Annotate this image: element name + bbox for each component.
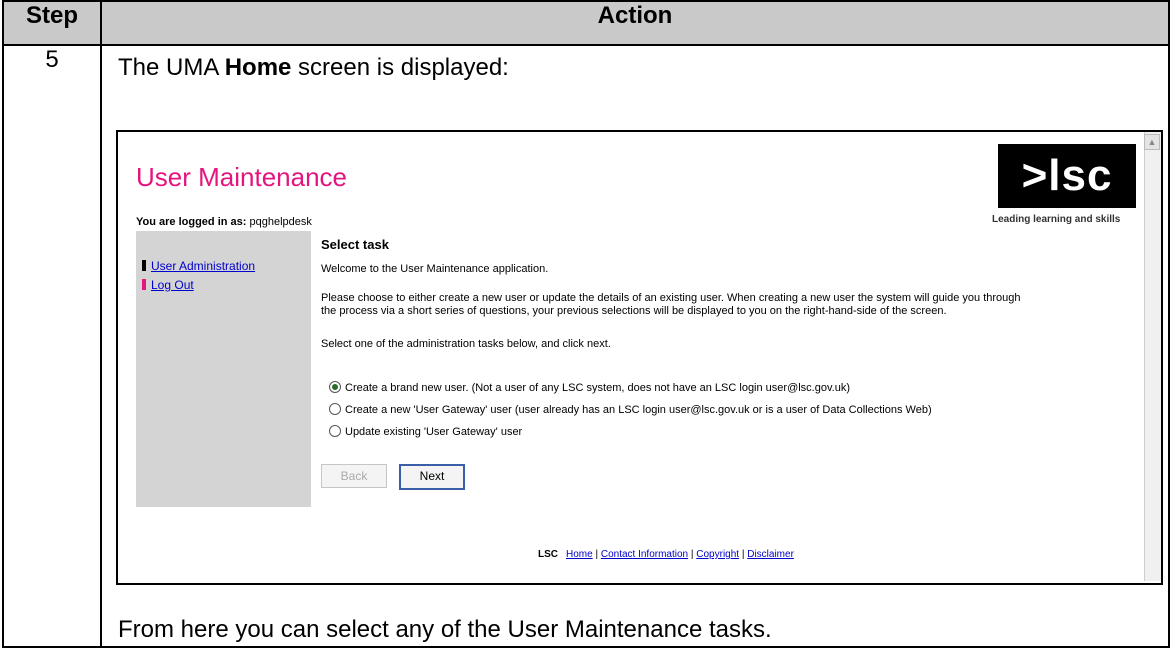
vertical-scrollbar[interactable]: ▲ <box>1144 132 1161 581</box>
intro-text: The UMA Home screen is displayed: <box>118 54 509 82</box>
radio-button[interactable] <box>329 403 341 415</box>
welcome-text: Welcome to the User Maintenance applicat… <box>321 263 549 275</box>
sidebar-link-user-administration[interactable]: User Administration <box>151 259 255 273</box>
lsc-logo: >lsc <box>998 144 1136 208</box>
step-number: 5 <box>2 44 102 648</box>
description-line-2: the process via a short series of questi… <box>321 305 947 317</box>
option-label: Create a brand new user. (Not a user of … <box>345 382 850 394</box>
footer-separator: | <box>739 549 748 560</box>
option-label: Update existing 'User Gateway' user <box>345 426 523 438</box>
page-footer: LSC Home | Contact Information | Copyrigh… <box>538 549 794 560</box>
uma-home-screenshot: User Maintenance >lsc Leading learning a… <box>116 130 1163 585</box>
logged-in-status: You are logged in as: pqghelpdesk <box>136 216 312 228</box>
option-update-gateway-user[interactable]: Update existing 'User Gateway' user <box>329 425 522 438</box>
footer-brand: LSC <box>538 549 558 560</box>
radio-button[interactable] <box>329 425 341 437</box>
option-label: Create a new 'User Gateway' user (user a… <box>345 404 932 416</box>
option-create-new-user[interactable]: Create a brand new user. (Not a user of … <box>329 381 850 394</box>
sidebar-bullet <box>142 260 146 271</box>
footer-link-contact[interactable]: Contact Information <box>601 549 688 560</box>
header-action: Action <box>100 0 1170 46</box>
footer-link-home[interactable]: Home <box>566 549 593 560</box>
intro-prefix: The UMA <box>118 54 225 81</box>
outro-text: From here you can select any of the User… <box>118 616 772 643</box>
instruction-text: Select one of the administration tasks b… <box>321 338 611 350</box>
action-cell: The UMA Home screen is displayed: User M… <box>100 44 1170 648</box>
back-button[interactable]: Back <box>321 464 387 488</box>
sidebar-link-log-out[interactable]: Log Out <box>151 278 194 292</box>
footer-link-disclaimer[interactable]: Disclaimer <box>747 549 794 560</box>
intro-bold: Home <box>224 54 292 81</box>
intro-suffix: screen is displayed: <box>291 54 509 81</box>
scroll-up-arrow-icon[interactable]: ▲ <box>1144 134 1160 150</box>
logged-user: pqghelpdesk <box>246 216 312 228</box>
description-line-1: Please choose to either create a new use… <box>321 292 1021 304</box>
document-page: Step Action 5 The UMA Home screen is dis… <box>0 0 1175 648</box>
app-title: User Maintenance <box>136 162 347 192</box>
sidebar-item-log-out[interactable]: Log Out <box>142 278 194 292</box>
sidebar-bullet <box>142 279 146 290</box>
sidebar: User Administration Log Out <box>136 231 311 507</box>
footer-link-copyright[interactable]: Copyright <box>696 549 739 560</box>
logo-tagline: Leading learning and skills <box>992 214 1121 225</box>
footer-separator: | <box>592 549 601 560</box>
next-button[interactable]: Next <box>399 464 465 490</box>
header-step: Step <box>2 0 102 46</box>
option-create-gateway-user[interactable]: Create a new 'User Gateway' user (user a… <box>329 403 932 416</box>
procedure-table: Step Action 5 The UMA Home screen is dis… <box>2 0 1170 648</box>
sidebar-item-user-administration[interactable]: User Administration <box>142 259 255 273</box>
page-heading: Select task <box>321 237 389 252</box>
radio-button-selected[interactable] <box>329 381 341 393</box>
logged-label: You are logged in as: <box>136 216 247 228</box>
